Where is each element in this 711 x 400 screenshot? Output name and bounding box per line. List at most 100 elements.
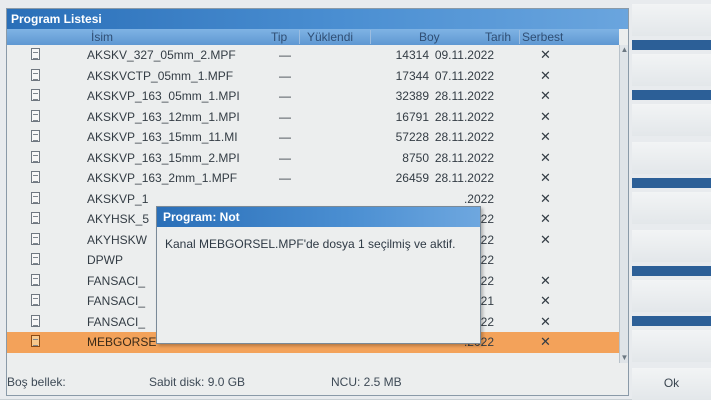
softkey-3[interactable]	[632, 104, 711, 136]
program-released-mark: ✕	[540, 272, 551, 288]
free-memory-label: Boş bellek:	[7, 375, 66, 389]
scroll-down-arrow-icon[interactable]: ▼	[620, 353, 628, 363]
program-date: 09.11.2022	[434, 48, 494, 62]
program-name: AKYHSK_5	[87, 212, 150, 226]
program-released-mark: ✕	[540, 108, 551, 124]
file-icon	[31, 150, 40, 163]
softkey-8[interactable]	[632, 330, 711, 362]
program-name: AKYHSKW	[87, 232, 148, 247]
column-name-header[interactable]: İsim	[91, 29, 113, 45]
file-icon	[31, 294, 40, 306]
program-name: AKSKVP_163_2mm_1.MPF	[87, 171, 238, 185]
program-type: —	[279, 171, 291, 185]
column-boy-header[interactable]: Boy	[419, 29, 440, 45]
program-note-dialog: Program: Not Kanal MEBGORSEL.MPF'de dosy…	[156, 206, 481, 344]
program-released-mark: ✕	[540, 190, 551, 206]
dialog-title: Program: Not	[157, 207, 480, 227]
file-icon	[31, 212, 40, 224]
table-row[interactable]: AKSKVCTP_05mm_1.MPF — 17344 07.11.2022 ✕	[7, 66, 619, 87]
table-row[interactable]: AKSKVP_163_12mm_1.MPI — 16791 28.11.2022 ✕	[7, 107, 619, 128]
column-yuklendi-header[interactable]: Yüklendi	[307, 29, 353, 45]
file-icon	[31, 109, 40, 122]
list-scrollbar[interactable]: ▲ ▼	[619, 45, 628, 363]
program-name: FANSACI_	[87, 314, 146, 329]
program-date: 07.11.2022	[434, 68, 494, 83]
program-type: —	[279, 109, 291, 124]
program-size: 32389	[395, 89, 429, 103]
ncu-memory-value: NCU: 2.5 MB	[331, 375, 402, 389]
program-name: AKSKVP_163_05mm_1.MPI	[87, 89, 240, 103]
program-type: —	[279, 130, 291, 144]
program-date: 28.11.2022	[434, 109, 494, 124]
column-tip-header[interactable]: Tip	[271, 29, 287, 45]
program-type: —	[279, 48, 291, 62]
file-icon	[31, 191, 40, 204]
program-released-mark: ✕	[540, 334, 551, 349]
program-released-mark: ✕	[540, 88, 551, 103]
program-name: AKSKVCTP_05mm_1.MPF	[87, 68, 234, 83]
program-size: 17344	[395, 68, 429, 83]
file-icon	[31, 48, 40, 60]
program-name: FANSACI_	[87, 273, 146, 288]
program-date: 28.11.2022	[434, 171, 494, 185]
program-released-mark: ✕	[540, 129, 551, 144]
program-size: 8750	[402, 150, 429, 165]
table-row[interactable]: AKSKVP_163_15mm_11.MI — 57228 28.11.2022 ✕	[7, 127, 619, 148]
softkey-panel: Ok	[632, 0, 711, 400]
hard-disk-value: Sabit disk: 9.0 GB	[149, 375, 246, 389]
window-title: Program Listesi	[7, 9, 628, 29]
softkey-7[interactable]	[632, 280, 711, 312]
softkey-6[interactable]	[632, 230, 711, 262]
program-name: AKSKVP_163_12mm_1.MPI	[87, 109, 240, 124]
file-icon	[31, 314, 40, 327]
program-name: AKSKV_327_05mm_2.MPF	[87, 48, 236, 62]
program-date: 28.11.2022	[434, 89, 494, 103]
scroll-up-arrow-icon[interactable]: ▲	[620, 45, 628, 55]
column-serbest-header[interactable]: Serbest	[522, 29, 563, 45]
program-name: AKSKVP_1	[87, 191, 149, 206]
column-tarih-header[interactable]: Tarih	[485, 29, 511, 45]
program-size: 16791	[395, 109, 429, 124]
softkey-2[interactable]	[632, 54, 711, 86]
program-type: —	[279, 89, 291, 103]
program-type: —	[279, 68, 291, 83]
table-row[interactable]: AKSKV_327_05mm_2.MPF — 14314 09.11.2022 ✕	[7, 45, 619, 66]
file-icon	[31, 232, 40, 245]
file-icon	[31, 335, 40, 347]
program-released-mark: ✕	[540, 67, 551, 83]
softkey-1[interactable]	[632, 4, 711, 36]
dialog-message: Kanal MEBGORSEL.MPF'de dosya 1 seçilmiş …	[165, 237, 456, 251]
file-icon	[31, 68, 40, 81]
column-header-bar: İsim Tip Yüklendi Boy Tarih Serbest	[7, 29, 619, 45]
program-released-mark: ✕	[540, 47, 551, 62]
program-released-mark: ✕	[540, 149, 551, 165]
softkey-4[interactable]	[632, 142, 711, 174]
softkey-5[interactable]	[632, 192, 711, 224]
ok-softkey[interactable]: Ok	[632, 368, 711, 400]
program-name: AKSKVP_163_15mm_11.MI	[87, 130, 238, 144]
table-row[interactable]: AKSKVP_163_2mm_1.MPF — 26459 28.11.2022 ✕	[7, 168, 619, 189]
file-icon	[31, 171, 40, 183]
program-name: MEBGORSE	[87, 335, 157, 349]
program-released-mark: ✕	[540, 313, 551, 329]
program-released-mark: ✕	[540, 211, 551, 226]
program-size: 26459	[395, 171, 429, 185]
program-type: —	[279, 150, 291, 165]
table-row[interactable]: AKSKVP_163_15mm_2.MPI — 8750 28.11.2022 ✕	[7, 148, 619, 169]
program-released-mark: ✕	[540, 231, 551, 247]
program-date: .2022	[463, 191, 494, 206]
table-row[interactable]: AKSKVP_163_05mm_1.MPI — 32389 28.11.2022 ✕	[7, 86, 619, 107]
file-icon	[31, 273, 40, 286]
file-icon	[31, 130, 40, 142]
program-name: AKSKVP_163_15mm_2.MPI	[87, 150, 240, 165]
program-name: FANSACI_	[87, 294, 146, 308]
program-name: DPWP	[87, 253, 123, 267]
program-released-mark: ✕	[540, 293, 551, 308]
program-size: 14314	[395, 48, 429, 62]
program-released-mark: ✕	[540, 170, 551, 185]
file-icon	[31, 253, 40, 265]
status-bar: Boş bellek: Sabit disk: 9.0 GB NCU: 2.5 …	[7, 369, 628, 395]
program-date: 28.11.2022	[434, 150, 494, 165]
file-icon	[31, 89, 40, 101]
program-date: 28.11.2022	[434, 130, 494, 144]
